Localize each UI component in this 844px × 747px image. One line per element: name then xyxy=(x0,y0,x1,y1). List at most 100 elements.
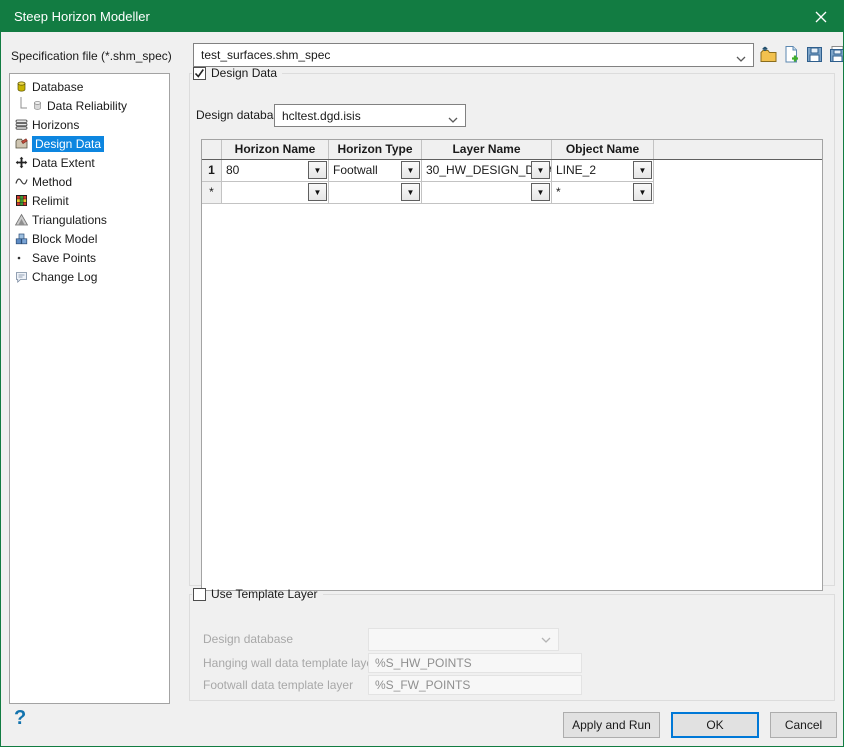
cell-horizon-name[interactable]: ▼ xyxy=(222,182,329,204)
dropdown-button[interactable]: ▼ xyxy=(308,161,327,179)
dropdown-button[interactable]: ▼ xyxy=(633,183,652,201)
design-database-combobox[interactable]: hcltest.dgd.isis xyxy=(274,104,466,127)
close-button[interactable] xyxy=(798,1,843,32)
change-log-icon xyxy=(15,270,28,283)
chevron-down-icon xyxy=(448,113,458,127)
window-title: Steep Horizon Modeller xyxy=(1,9,150,24)
cell-object-name[interactable]: LINE_2 ▼ xyxy=(552,160,654,182)
tree-item-label: Change Log xyxy=(32,270,97,284)
template-design-database-label: Design database xyxy=(203,632,293,646)
tree-item-horizons[interactable]: Horizons xyxy=(10,115,169,134)
row-number-header xyxy=(202,140,222,159)
cell-horizon-name[interactable]: 80 ▼ xyxy=(222,160,329,182)
cell-layer-name[interactable]: 30_HW_DESIGN_DATA ▼ xyxy=(422,160,552,182)
settings-tree: Database Data Reliability xyxy=(9,73,170,704)
design-data-checkbox[interactable] xyxy=(193,67,206,80)
row-number: * xyxy=(202,182,222,204)
footwall-template-field-disabled: %S_FW_POINTS xyxy=(368,675,582,695)
ok-button[interactable]: OK xyxy=(671,712,759,738)
horizons-icon xyxy=(15,118,28,131)
spec-file-value: test_surfaces.shm_spec xyxy=(201,48,330,62)
help-button[interactable]: ? xyxy=(14,707,26,730)
tree-item-label: Data Extent xyxy=(32,156,95,170)
apply-and-run-button[interactable]: Apply and Run xyxy=(563,712,660,738)
tree-item-label: Data Reliability xyxy=(47,99,127,113)
use-template-layer-checkbox-label: Use Template Layer xyxy=(211,587,318,601)
method-icon xyxy=(15,175,28,188)
cell-value: * xyxy=(556,185,561,199)
row-filler xyxy=(654,182,822,204)
table-header-row: Horizon Name Horizon Type Layer Name Obj… xyxy=(202,140,822,160)
dropdown-button[interactable]: ▼ xyxy=(531,183,550,201)
cell-value: LINE_2 xyxy=(556,163,596,177)
hanging-wall-template-label: Hanging wall data template layer xyxy=(203,656,377,670)
tree-item-database[interactable]: Database xyxy=(10,77,169,96)
tree-item-save-points[interactable]: Save Points xyxy=(10,248,169,267)
steep-horizon-modeller-dialog: Steep Horizon Modeller Specification fil… xyxy=(0,0,844,747)
tree-item-label: Triangulations xyxy=(32,213,107,227)
tree-item-triangulations[interactable]: Triangulations xyxy=(10,210,169,229)
save-points-icon xyxy=(15,251,28,264)
database-icon xyxy=(15,80,28,93)
use-template-layer-checkbox[interactable] xyxy=(193,588,206,601)
dropdown-button[interactable]: ▼ xyxy=(401,183,420,201)
tree-item-block-model[interactable]: Block Model xyxy=(10,229,169,248)
triangulations-icon xyxy=(15,213,28,226)
cell-horizon-type[interactable]: ▼ xyxy=(329,182,422,204)
dropdown-button[interactable]: ▼ xyxy=(308,183,327,201)
tree-item-label: Horizons xyxy=(32,118,79,132)
footwall-template-label: Footwall data template layer xyxy=(203,678,353,692)
tree-item-label: Block Model xyxy=(32,232,97,246)
new-spec-file-icon[interactable] xyxy=(781,44,801,65)
cell-value: 80 xyxy=(226,163,239,177)
cancel-button[interactable]: Cancel xyxy=(770,712,837,738)
tree-item-relimit[interactable]: Relimit xyxy=(10,191,169,210)
open-folder-icon[interactable] xyxy=(758,44,778,65)
tree-item-label: Save Points xyxy=(32,251,96,265)
tree-item-design-data[interactable]: Design Data xyxy=(10,134,169,153)
spec-file-label: Specification file (*.shm_spec) xyxy=(11,49,172,63)
design-data-checkbox-label: Design Data xyxy=(211,66,277,80)
column-header-horizon-name: Horizon Name xyxy=(222,140,329,159)
save-icon[interactable] xyxy=(804,44,824,65)
column-header-filler xyxy=(654,140,822,159)
dropdown-button[interactable]: ▼ xyxy=(401,161,420,179)
design-data-icon xyxy=(15,137,28,150)
hanging-wall-template-value: %S_HW_POINTS xyxy=(375,656,472,670)
cell-object-name[interactable]: * ▼ xyxy=(552,182,654,204)
hanging-wall-template-field-disabled: %S_HW_POINTS xyxy=(368,653,582,673)
tree-item-change-log[interactable]: Change Log xyxy=(10,267,169,286)
cell-layer-name[interactable]: ▼ xyxy=(422,182,552,204)
design-data-legend: Design Data xyxy=(192,66,282,80)
use-template-layer-legend: Use Template Layer xyxy=(192,587,323,601)
dropdown-button[interactable]: ▼ xyxy=(633,161,652,179)
save-as-icon[interactable] xyxy=(827,44,844,65)
column-header-horizon-type: Horizon Type xyxy=(329,140,422,159)
chevron-down-icon xyxy=(736,52,746,66)
cell-horizon-type[interactable]: Footwall ▼ xyxy=(329,160,422,182)
relimit-icon xyxy=(15,194,28,207)
tree-item-label: Database xyxy=(32,80,83,94)
tree-elbow-line xyxy=(16,97,28,114)
tree-item-data-extent[interactable]: Data Extent xyxy=(10,153,169,172)
cell-value: Footwall xyxy=(333,163,378,177)
design-data-group: Design Data Design database hcltest.dgd.… xyxy=(189,66,835,586)
checkmark-icon xyxy=(194,68,205,79)
spec-file-combobox[interactable]: test_surfaces.shm_spec xyxy=(193,43,754,67)
dropdown-button[interactable]: ▼ xyxy=(531,161,550,179)
row-number: 1 xyxy=(202,160,222,182)
use-template-layer-group: Use Template Layer Design database Hangi… xyxy=(189,587,835,701)
column-header-layer-name: Layer Name xyxy=(422,140,552,159)
data-extent-icon xyxy=(15,156,28,169)
tree-item-data-reliability[interactable]: Data Reliability xyxy=(10,96,169,115)
close-icon xyxy=(815,11,827,23)
row-filler xyxy=(654,160,822,182)
column-header-object-name: Object Name xyxy=(552,140,654,159)
template-design-database-combobox-disabled xyxy=(368,628,559,651)
tree-item-label: Method xyxy=(32,175,72,189)
design-database-label: Design database xyxy=(196,108,286,122)
tree-item-method[interactable]: Method xyxy=(10,172,169,191)
chevron-down-icon xyxy=(541,633,551,647)
footwall-template-value: %S_FW_POINTS xyxy=(375,678,470,692)
title-bar: Steep Horizon Modeller xyxy=(1,1,843,32)
